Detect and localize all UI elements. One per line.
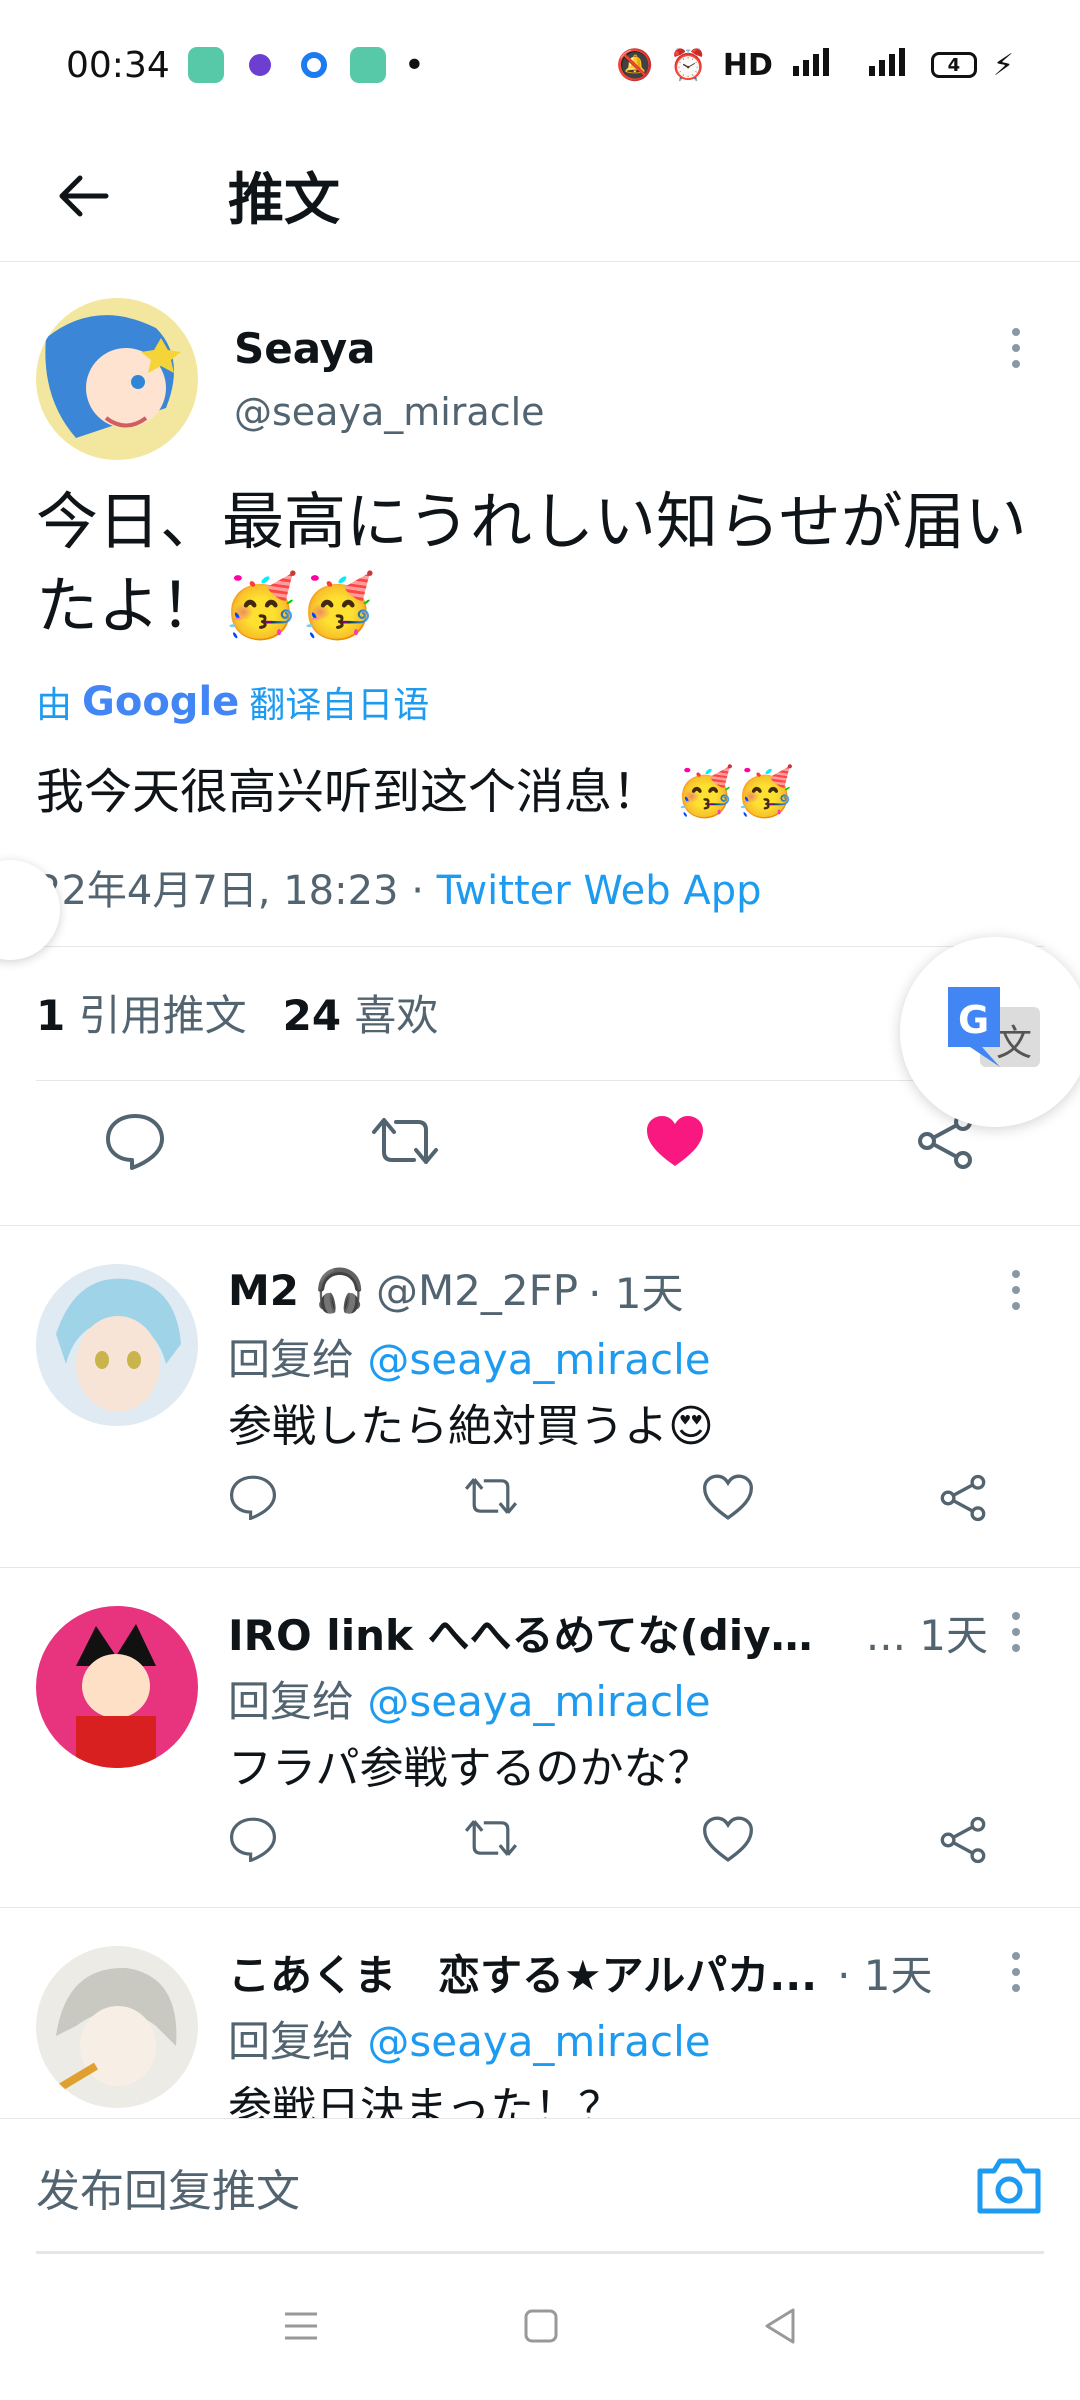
status-bar: 00:34 • 🔕 ⏰ HD 4 ⚡ — [0, 0, 1080, 130]
translation-attribution[interactable]: 由 Google 翻译自日语 — [36, 676, 429, 728]
reply-to-line: 回复给 @seaya_miracle — [228, 1326, 711, 1387]
charging-icon: ⚡ — [992, 47, 1014, 83]
notification-more-dot-icon: • — [403, 44, 425, 86]
back-icon[interactable] — [761, 2306, 799, 2346]
like-stat[interactable]: 24 喜欢 — [283, 982, 439, 1043]
battery-icon: 4 — [930, 52, 977, 78]
share-icon[interactable] — [938, 1816, 988, 1864]
menu-icon[interactable] — [281, 2308, 321, 2344]
alarm-icon: ⏰ — [669, 47, 707, 83]
reply-author-handle[interactable]: @M2_2FP — [376, 1266, 578, 1315]
app-bar: 推文 — [0, 130, 1080, 262]
reply-text: 参戦したら絶対買うよ😍 — [228, 1401, 714, 1452]
reply-to-handle[interactable]: @seaya_miracle — [367, 1335, 710, 1384]
translated-text: 我今天很高兴听到这个消息！ 🥳🥳 — [36, 764, 795, 820]
reply-header: こあくま 恋する★アルパカ... · 1天 — [228, 1942, 988, 2003]
reply-to-prefix: 回复给 — [228, 1335, 355, 1384]
system-nav-bar — [0, 2252, 1080, 2400]
reply-author-name[interactable]: M2 🎧 — [228, 1266, 366, 1316]
mute-icon: 🔕 — [616, 47, 654, 83]
reply-avatar[interactable] — [36, 1606, 198, 1768]
author-handle[interactable]: @seaya_miracle — [234, 390, 545, 434]
reply-icon — [106, 1114, 164, 1170]
reply-text: フラパ参戦するのかな？ — [228, 1743, 712, 1794]
quote-count: 1 — [36, 991, 66, 1040]
camera-icon[interactable] — [974, 2155, 1044, 2217]
reply-to-handle[interactable]: @seaya_miracle — [367, 2017, 710, 2066]
retweet-icon[interactable] — [463, 1474, 519, 1518]
notification-app-icon-2 — [349, 47, 386, 83]
retweet-icon — [372, 1118, 438, 1164]
back-arrow-icon[interactable] — [38, 151, 128, 241]
tweet-stats: 1 引用推文 24 喜欢 — [36, 982, 438, 1043]
reply-to-handle[interactable]: @seaya_miracle — [367, 1677, 710, 1726]
page-title: 推文 — [228, 168, 340, 233]
reply-actions — [228, 1816, 988, 1864]
more-icon[interactable] — [1006, 1952, 1026, 1992]
heart-icon — [647, 1116, 703, 1166]
notification-circle-icon — [241, 47, 278, 83]
reply-icon[interactable] — [228, 1816, 278, 1862]
reply-to-prefix: 回复给 — [228, 2017, 355, 2066]
compose-bar: 发布回复推文 — [0, 2118, 1080, 2254]
quote-label: 引用推文 — [78, 991, 247, 1040]
reply-item[interactable]: M2 🎧 @M2_2FP · 1天 回复给 @seaya_miracle 参戦し… — [0, 1225, 1080, 1567]
network-type: HD — [722, 47, 773, 83]
reply-item[interactable]: こあくま 恋する★アルパカ... · 1天 回复给 @seaya_miracle… — [0, 1907, 1080, 2118]
reply-compose-input[interactable]: 发布回复推文 — [36, 2155, 300, 2219]
home-icon[interactable] — [522, 2307, 560, 2345]
reply-avatar[interactable] — [36, 1264, 198, 1426]
reply-time: · 1天 — [837, 1951, 933, 2000]
tweet-meta: 22年4月7日, 18:23 · Twitter Web App — [36, 858, 762, 916]
google-translate-icon[interactable]: 文 G — [900, 937, 1080, 1127]
reply-icon[interactable] — [228, 1474, 278, 1520]
reply-header: IRO link へへるめてな(diyの夫) ... 1天 — [228, 1602, 988, 1663]
more-icon[interactable] — [1006, 1612, 1026, 1652]
reply-text: 参戦日決まった！？ — [228, 2083, 623, 2118]
tweet-timestamp: 22年4月7日, 18:23 — [36, 868, 399, 914]
divider — [36, 946, 1044, 947]
reply-author-name[interactable]: IRO link へへるめてな(diyの夫) — [228, 1602, 846, 1663]
reply-author-name[interactable]: こあくま 恋する★アルパカ... — [228, 1942, 817, 2003]
share-icon[interactable] — [938, 1474, 988, 1522]
reply-time: ... 1天 — [865, 1611, 988, 1660]
divider — [36, 1080, 1044, 1081]
reply-header: M2 🎧 @M2_2FP · 1天 — [228, 1260, 988, 1321]
notification-app-icon — [187, 47, 224, 83]
signal-icon-2 — [865, 46, 915, 84]
signal-icon — [789, 46, 849, 84]
like-button[interactable] — [540, 1112, 810, 1170]
tweet-client[interactable]: Twitter Web App — [437, 868, 762, 914]
reply-to-prefix: 回复给 — [228, 1677, 355, 1726]
notification-ring-icon — [295, 47, 332, 83]
retweet-icon[interactable] — [463, 1816, 519, 1860]
reply-button[interactable] — [0, 1112, 270, 1170]
retweet-button[interactable] — [270, 1112, 540, 1170]
google-logo: Google — [82, 679, 240, 725]
more-icon[interactable] — [1006, 328, 1026, 368]
like-count: 24 — [282, 991, 342, 1040]
svg-text:G: G — [958, 998, 989, 1042]
reply-avatar[interactable] — [36, 1946, 198, 2108]
more-icon[interactable] — [1006, 1270, 1026, 1310]
author-avatar[interactable] — [36, 298, 198, 460]
heart-icon[interactable] — [703, 1816, 754, 1862]
reply-item[interactable]: IRO link へへるめてな(diyの夫) ... 1天 回复给 @seaya… — [0, 1567, 1080, 1907]
like-label: 喜欢 — [354, 991, 439, 1040]
svg-text:文: 文 — [996, 1023, 1032, 1064]
reply-to-line: 回复给 @seaya_miracle — [228, 2008, 711, 2069]
tweet-actions — [0, 1112, 1080, 1170]
translate-suffix: 翻译自日语 — [249, 685, 430, 726]
translate-prefix: 由 — [36, 685, 73, 726]
quote-stat[interactable]: 1 引用推文 — [36, 982, 247, 1043]
share-button[interactable] — [810, 1112, 1080, 1170]
heart-icon[interactable] — [703, 1474, 754, 1520]
status-time: 00:34 — [66, 44, 170, 86]
reply-to-line: 回复给 @seaya_miracle — [228, 1668, 711, 1729]
author-name[interactable]: Seaya — [234, 324, 376, 373]
reply-time: · 1天 — [588, 1269, 684, 1318]
tweet-text: 今日、最高にうれしい知らせが届いたよ！🥳🥳 — [36, 485, 1027, 642]
meta-separator: · — [398, 868, 437, 914]
reply-actions — [228, 1474, 988, 1522]
